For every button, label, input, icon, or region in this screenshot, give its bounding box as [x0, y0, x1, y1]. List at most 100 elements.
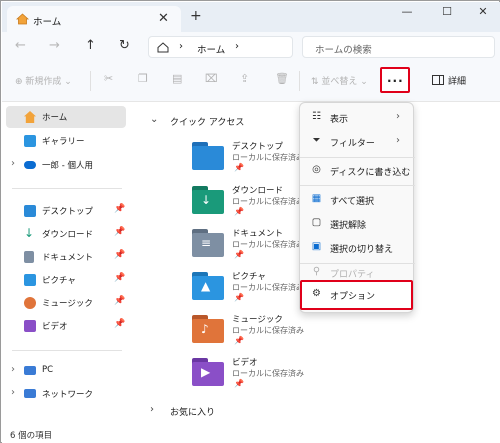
details-pane-button[interactable]: 詳細 — [448, 74, 466, 87]
folder-icon-downloads[interactable]: ↓ — [192, 186, 228, 214]
pin-icon[interactable]: 📌 — [114, 296, 125, 306]
sidebar-item-onedrive[interactable]: › 一郎 - 個人用 — [6, 154, 126, 176]
paste-icon[interactable]: ▤ — [172, 72, 182, 85]
folder-status: ローカルに保存済み — [232, 326, 304, 335]
divider — [300, 185, 415, 186]
menu-item-label: 表示 — [330, 115, 349, 125]
sidebar-item-label: ビデオ — [42, 322, 68, 332]
divider — [90, 71, 91, 91]
back-button[interactable]: ← — [15, 38, 26, 53]
forward-button[interactable]: → — [49, 38, 60, 53]
more-options-icon: ··· — [387, 74, 404, 88]
search-input[interactable]: ホームの検索 — [302, 36, 495, 58]
folder-name[interactable]: ビデオ — [232, 356, 258, 368]
sidebar-item-pc[interactable]: › PC — [6, 360, 126, 382]
folder-icon-documents[interactable]: ≡ — [192, 229, 228, 257]
download-icon: ↓ — [24, 226, 35, 240]
pin-icon[interactable]: 📌 — [114, 319, 125, 329]
minimize-button[interactable]: — — [392, 5, 422, 18]
navigation-pane: ホーム ギャラリー › 一郎 - 個人用 デスクトップ 📌 ↓ ダウンロード 📌… — [2, 102, 128, 426]
onedrive-icon — [24, 161, 36, 169]
folder-name[interactable]: デスクトップ — [232, 140, 283, 152]
burn-disc-icon: ◎ — [312, 164, 321, 175]
menu-item-invert-selection[interactable]: ▣ 選択の切り替え — [304, 236, 411, 260]
quick-access-header[interactable]: クイック アクセス — [170, 115, 244, 128]
sidebar-item-home[interactable]: ホーム — [6, 106, 126, 128]
pc-icon — [24, 366, 36, 375]
sidebar-item-downloads[interactable]: ↓ ダウンロード 📌 — [6, 223, 126, 245]
folder-status: ローカルに保存済み — [232, 283, 304, 292]
rename-icon[interactable]: ⌧ — [205, 72, 218, 85]
delete-icon[interactable]: 🗑 — [275, 72, 289, 85]
new-tab-button[interactable]: + — [190, 8, 202, 24]
folder-icon-desktop[interactable] — [192, 142, 228, 170]
menu-item-filter[interactable]: ⏷ フィルター › — [304, 130, 411, 154]
pin-icon[interactable]: 📌 — [114, 273, 125, 283]
menu-item-label: フィルター — [330, 139, 375, 149]
music-icon — [24, 297, 36, 309]
maximize-button[interactable]: ☐ — [432, 5, 462, 18]
menu-item-view[interactable]: ☷ 表示 › — [304, 106, 411, 130]
expand-chevron-icon[interactable]: › — [150, 404, 154, 415]
cut-icon[interactable]: ✂ — [104, 72, 113, 85]
sidebar-item-gallery[interactable]: ギャラリー — [6, 130, 126, 152]
expand-chevron-icon[interactable]: › — [11, 387, 15, 398]
home-icon — [16, 13, 29, 25]
tab-close-icon[interactable]: ✕ — [158, 11, 169, 26]
explorer-window: ホーム ✕ + — ☐ ✕ ← → ↑ ↻ › ホーム › ホームの検索 ⊕ 新… — [0, 0, 500, 443]
see-more-button[interactable]: ··· — [380, 67, 410, 93]
breadcrumb-chevron-icon: › — [179, 41, 183, 52]
menu-item-label: 選択解除 — [330, 221, 367, 231]
sidebar-item-documents[interactable]: ドキュメント 📌 — [6, 246, 126, 268]
sidebar-item-network[interactable]: › ネットワーク — [6, 383, 126, 405]
refresh-button[interactable]: ↻ — [119, 38, 130, 53]
music-note-icon: ♪ — [201, 322, 209, 336]
sidebar-item-pictures[interactable]: ピクチャ 📌 — [6, 269, 126, 291]
folder-icon-music[interactable]: ♪ — [192, 315, 228, 343]
up-button[interactable]: ↑ — [85, 38, 96, 53]
menu-item-burn-disc[interactable]: ◎ ディスクに書き込む — [304, 159, 411, 183]
status-bar: 6 個の項目 — [2, 426, 500, 443]
share-icon[interactable]: ⇪ — [240, 72, 249, 85]
pin-icon[interactable]: 📌 — [114, 227, 125, 237]
menu-item-select-none[interactable]: ▢ 選択解除 — [304, 212, 411, 236]
sidebar-item-videos[interactable]: ビデオ 📌 — [6, 315, 126, 337]
menu-item-select-all[interactable]: ▦ すべて選択 — [304, 188, 411, 212]
search-placeholder: ホームの検索 — [315, 45, 372, 56]
sidebar-item-desktop[interactable]: デスクトップ 📌 — [6, 200, 126, 222]
menu-item-label: 選択の切り替え — [330, 245, 394, 255]
sort-button[interactable]: ⇅ 並べ替え ⌄ — [311, 74, 368, 87]
pin-icon[interactable]: 📌 — [114, 204, 125, 214]
expand-chevron-icon[interactable]: › — [11, 364, 15, 375]
folder-icon-pictures[interactable]: ▲ — [192, 272, 228, 300]
expand-chevron-icon[interactable]: › — [11, 158, 15, 169]
breadcrumb[interactable]: ホーム — [197, 42, 225, 56]
sidebar-item-label: ドキュメント — [42, 253, 94, 263]
sidebar-item-label: PC — [42, 365, 54, 375]
folder-name[interactable]: ミュージック — [232, 313, 283, 325]
pin-icon: 📌 — [234, 379, 244, 388]
pin-icon[interactable]: 📌 — [114, 250, 125, 260]
tab-home[interactable]: ホーム ✕ — [7, 6, 181, 33]
copy-icon[interactable]: ❐ — [138, 72, 148, 85]
menu-item-options[interactable]: ⚙ オプション — [300, 280, 413, 310]
divider — [12, 188, 122, 189]
folder-status: ローカルに保存済み — [232, 369, 304, 378]
collapse-chevron-icon[interactable]: ⌄ — [150, 114, 158, 125]
navigation-bar: ← → ↑ ↻ › ホーム › ホームの検索 — [2, 32, 500, 62]
download-arrow-icon: ↓ — [201, 193, 212, 207]
close-window-button[interactable]: ✕ — [468, 5, 498, 18]
title-bar: ホーム ✕ + — ☐ ✕ — [2, 2, 500, 33]
folder-name[interactable]: ドキュメント — [232, 227, 283, 239]
folder-name[interactable]: ピクチャ — [232, 270, 266, 282]
favorites-header[interactable]: お気に入り — [170, 405, 215, 418]
folder-name[interactable]: ダウンロード — [232, 184, 283, 196]
invert-selection-icon: ▣ — [311, 241, 322, 252]
sidebar-item-label: ダウンロード — [42, 230, 94, 240]
address-bar[interactable]: › ホーム › — [148, 36, 293, 58]
sidebar-item-music[interactable]: ミュージック 📌 — [6, 292, 126, 314]
new-item-button[interactable]: ⊕ 新規作成 ⌄ — [15, 74, 72, 87]
folder-icon-videos[interactable]: ▶ — [192, 358, 228, 386]
view-icon: ☷ — [312, 111, 321, 122]
breadcrumb-chevron-icon[interactable]: › — [235, 41, 239, 52]
